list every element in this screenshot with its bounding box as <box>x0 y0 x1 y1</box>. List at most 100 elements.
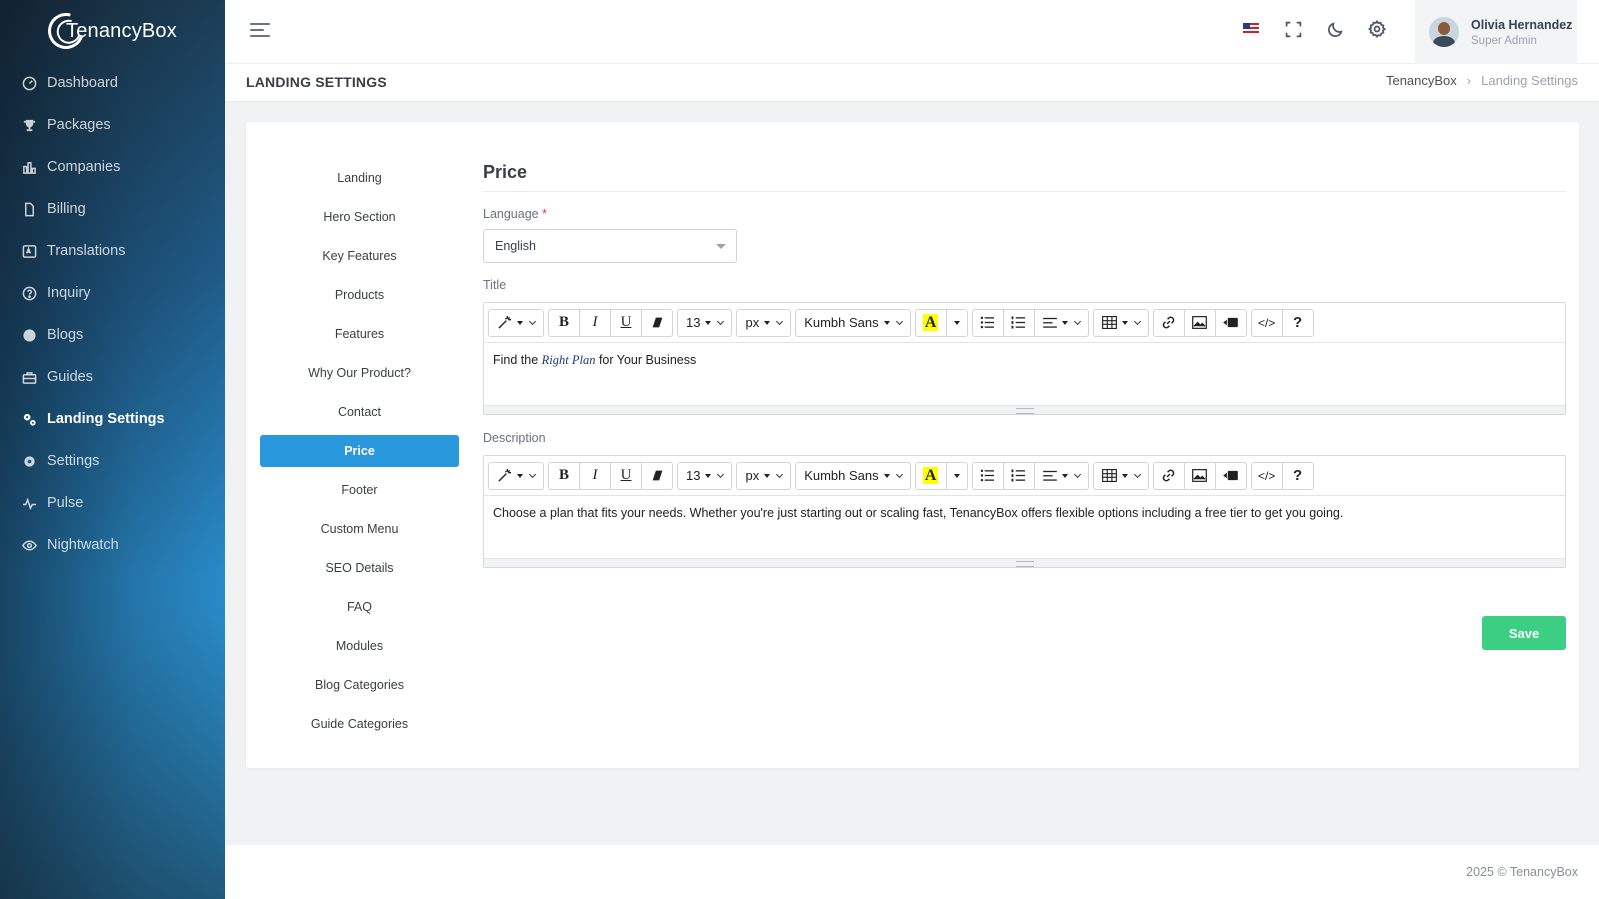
bold-button[interactable]: B <box>548 461 580 490</box>
font-unit-select[interactable]: px <box>736 308 792 337</box>
sidebar-item-settings[interactable]: Settings <box>0 440 225 482</box>
sidebar-item-pulse[interactable]: Pulse <box>0 482 225 524</box>
tab-key-features[interactable]: Key Features <box>260 240 459 272</box>
tab-price[interactable]: Price <box>260 435 459 467</box>
sidebar-item-label: Billing <box>47 201 86 217</box>
font-size-select[interactable]: 13 <box>677 461 733 490</box>
link-button[interactable] <box>1152 461 1185 490</box>
sidebar-item-label: Companies <box>47 159 121 175</box>
italic-button[interactable]: I <box>579 308 611 337</box>
underline-button[interactable]: U <box>610 461 642 490</box>
save-button[interactable]: Save <box>1482 616 1566 650</box>
avatar <box>1429 17 1459 47</box>
italic-button[interactable]: I <box>579 461 611 490</box>
tab-why-our-product[interactable]: Why Our Product? <box>260 357 459 389</box>
magic-style-button[interactable] <box>488 308 544 337</box>
language-flag-icon[interactable] <box>1241 19 1261 39</box>
magic-style-button[interactable] <box>488 461 544 490</box>
help-button[interactable]: ? <box>1281 461 1314 490</box>
font-family-select[interactable]: Kumbh Sans <box>795 461 911 490</box>
description-editor-content[interactable]: Choose a plan that fits your needs. Whet… <box>484 496 1565 558</box>
tab-products[interactable]: Products <box>260 279 459 311</box>
language-select[interactable]: English <box>483 229 737 263</box>
font-size-value: 13 <box>686 468 701 483</box>
fullscreen-icon[interactable] <box>1283 19 1303 39</box>
tab-contact[interactable]: Contact <box>260 396 459 428</box>
numbered-list-button[interactable] <box>1002 308 1035 337</box>
sidebar-item-companies[interactable]: Companies <box>0 146 225 188</box>
bold-button[interactable]: B <box>548 308 580 337</box>
tab-modules[interactable]: Modules <box>260 630 459 662</box>
highlight-color-dropdown[interactable] <box>945 461 968 490</box>
sidebar-item-guides[interactable]: Guides <box>0 356 225 398</box>
copyright-text: 2025 © TenancyBox <box>1466 865 1578 879</box>
code-view-button[interactable]: </> <box>1250 461 1283 490</box>
bullet-list-button[interactable] <box>971 308 1004 337</box>
link-button[interactable] <box>1152 308 1185 337</box>
code-view-button[interactable]: </> <box>1250 308 1283 337</box>
highlight-color-button[interactable]: A <box>914 308 947 337</box>
sidebar-item-landing-settings[interactable]: Landing Settings <box>0 398 225 440</box>
sidebar-item-dashboard[interactable]: Dashboard <box>0 62 225 104</box>
menu-toggle-icon[interactable] <box>250 23 270 39</box>
sidebar-item-billing[interactable]: Billing <box>0 188 225 230</box>
image-icon <box>1192 469 1208 482</box>
sidebar-item-nightwatch[interactable]: Nightwatch <box>0 524 225 566</box>
tab-faq[interactable]: FAQ <box>260 591 459 623</box>
title-editor: B I U 13 px Kumbh Sans A </> ? Find the … <box>483 302 1566 415</box>
tab-seo-details[interactable]: SEO Details <box>260 552 459 584</box>
user-menu[interactable]: Olivia Hernandez Super Admin <box>1415 0 1577 64</box>
sidebar-item-blogs[interactable]: Blogs <box>0 314 225 356</box>
highlight-color-button[interactable]: A <box>914 461 947 490</box>
tab-custom-menu[interactable]: Custom Menu <box>260 513 459 545</box>
topbar: Olivia Hernandez Super Admin <box>225 0 1599 64</box>
title-editor-toolbar: B I U 13 px Kumbh Sans A </> ? <box>484 303 1565 343</box>
eraser-button[interactable] <box>641 308 673 337</box>
briefcase-icon <box>22 370 37 385</box>
settings-card: Landing Hero Section Key Features Produc… <box>246 122 1579 768</box>
settings-gear-icon[interactable] <box>1367 19 1387 39</box>
highlight-color-dropdown[interactable] <box>945 308 968 337</box>
description-editor-resize-handle[interactable] <box>484 558 1565 567</box>
brand-logo[interactable]: TenancyBox <box>41 6 177 56</box>
numbered-list-button[interactable] <box>1002 461 1035 490</box>
tab-guide-categories[interactable]: Guide Categories <box>260 708 459 740</box>
underline-button[interactable]: U <box>610 308 642 337</box>
title-editor-content[interactable]: Find the Right Plan for Your Business <box>484 343 1565 405</box>
video-icon <box>1223 317 1238 328</box>
required-mark: * <box>542 207 547 221</box>
font-size-select[interactable]: 13 <box>677 308 733 337</box>
help-button[interactable]: ? <box>1281 308 1314 337</box>
tab-hero-section[interactable]: Hero Section <box>260 201 459 233</box>
tab-footer[interactable]: Footer <box>260 474 459 506</box>
image-button[interactable] <box>1183 461 1216 490</box>
sidebar-item-inquiry[interactable]: Inquiry <box>0 272 225 314</box>
video-button[interactable] <box>1214 308 1247 337</box>
tab-landing[interactable]: Landing <box>260 162 459 194</box>
font-family-select[interactable]: Kumbh Sans <box>795 308 911 337</box>
description-editor: B I U 13 px Kumbh Sans A </> ? Choose a … <box>483 455 1566 568</box>
sidebar-item-translations[interactable]: Translations <box>0 230 225 272</box>
table-button[interactable] <box>1092 308 1149 337</box>
bullet-list-button[interactable] <box>971 461 1004 490</box>
paragraph-align-button[interactable] <box>1033 308 1089 337</box>
tab-blog-categories[interactable]: Blog Categories <box>260 669 459 701</box>
font-unit-select[interactable]: px <box>736 461 792 490</box>
code-icon: </> <box>1257 315 1276 330</box>
highlight-a-icon: A <box>922 314 939 331</box>
video-button[interactable] <box>1214 461 1247 490</box>
font-size-value: 13 <box>686 315 701 330</box>
eraser-button[interactable] <box>641 461 673 490</box>
logo-mark-icon <box>41 6 91 56</box>
paragraph-align-button[interactable] <box>1033 461 1089 490</box>
title-editor-resize-handle[interactable] <box>484 405 1565 414</box>
breadcrumb-home[interactable]: TenancyBox <box>1386 73 1457 88</box>
image-button[interactable] <box>1183 308 1216 337</box>
document-icon <box>22 202 37 217</box>
tab-features[interactable]: Features <box>260 318 459 350</box>
font-family-value: Kumbh Sans <box>804 315 879 330</box>
dark-mode-icon[interactable] <box>1325 19 1345 39</box>
table-button[interactable] <box>1092 461 1149 490</box>
sidebar-item-packages[interactable]: Packages <box>0 104 225 146</box>
help-icon: ? <box>1293 314 1303 331</box>
